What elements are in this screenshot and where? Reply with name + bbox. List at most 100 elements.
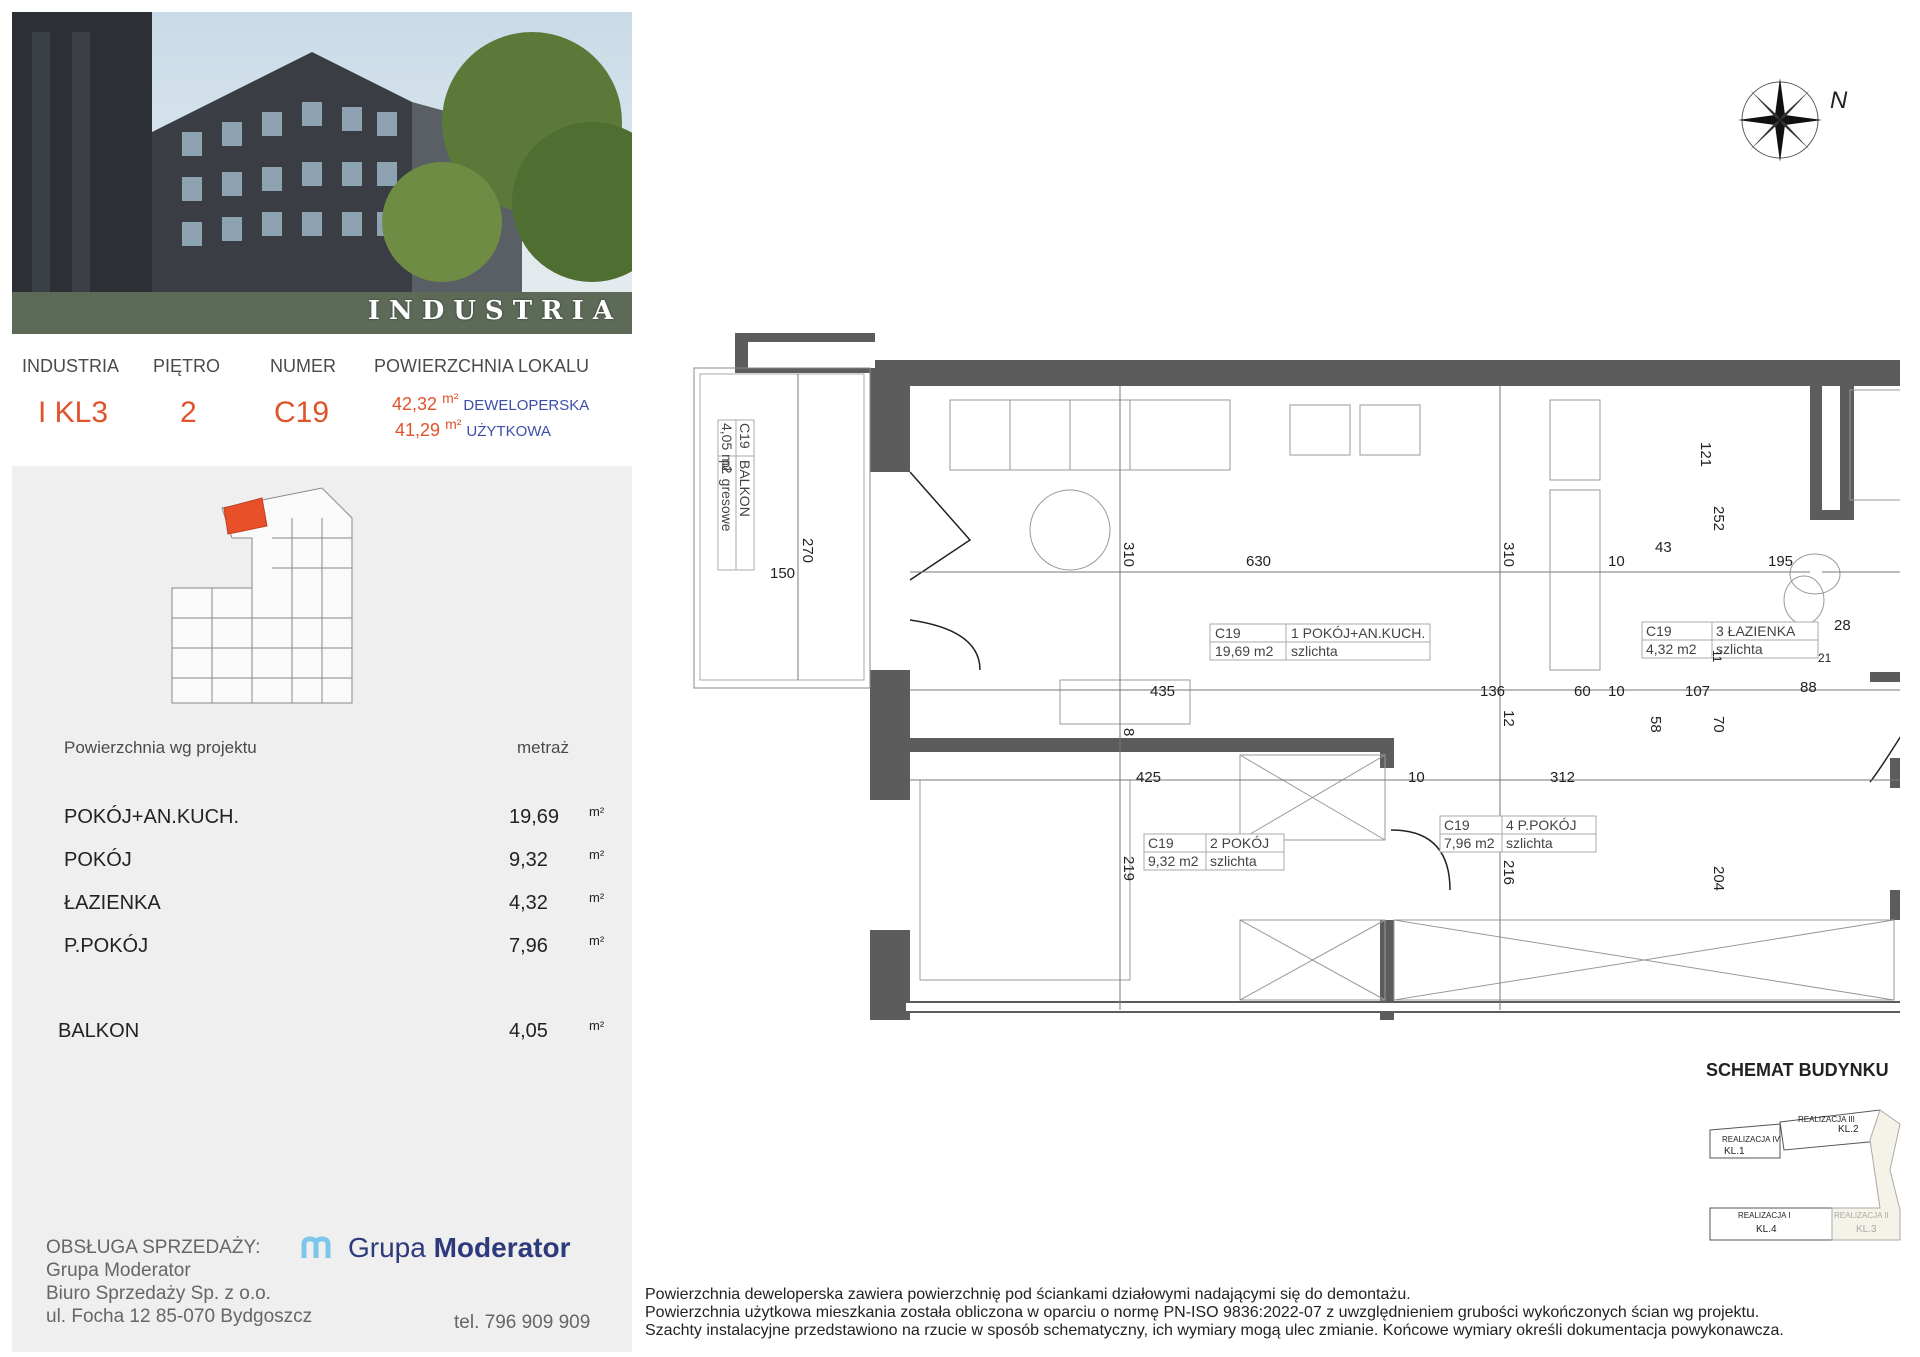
svg-text:7,96 m2: 7,96 m2 [1444, 835, 1495, 851]
svg-text:1 POKÓJ+AN.KUCH.: 1 POKÓJ+AN.KUCH. [1291, 625, 1425, 641]
header-number: NUMER [270, 356, 336, 376]
svg-text:C19: C19 [1444, 817, 1470, 833]
number-value: C19 [274, 396, 330, 429]
svg-text:19,69 m2: 19,69 m2 [1215, 643, 1274, 659]
svg-text:KL.1: KL.1 [1724, 1146, 1745, 1157]
room-label: C19 3 ŁAZIENKA 4,32 m2 szlichta [1641, 621, 1819, 659]
sales-address: ul. Focha 12 85-070 Bydgoszcz [46, 1306, 313, 1327]
header-floor: PIĘTRO [153, 356, 221, 376]
svg-text:216: 216 [1500, 860, 1517, 885]
svg-text:70: 70 [1710, 716, 1727, 733]
svg-text:252: 252 [1710, 506, 1727, 531]
svg-text:60: 60 [1574, 683, 1591, 700]
svg-text:11: 11 [1710, 650, 1724, 663]
project-value: I KL3 [38, 396, 109, 429]
area-usable: 41,29 m² UŻYTKOWA [395, 416, 551, 440]
building-schema-diagram: REALIZACJA III KL.2 REALIZACJA IV KL.1 R… [1700, 1100, 1910, 1255]
area-table-panel: Powierzchnia wg projektu metraż POKÓJ+AN… [12, 466, 632, 1352]
svg-text:10: 10 [1608, 553, 1625, 570]
svg-text:107: 107 [1685, 683, 1710, 700]
svg-text:C19: C19 [737, 423, 753, 449]
sales-company: Grupa Moderator [46, 1260, 191, 1281]
svg-text:150: 150 [770, 565, 795, 582]
svg-text:425: 425 [1136, 769, 1161, 786]
svg-text:12: 12 [1500, 710, 1517, 727]
room-label: C19 2 POKÓJ 9,32 m2 szlichta [1143, 833, 1285, 871]
svg-text:10: 10 [1608, 683, 1625, 700]
svg-text:C19: C19 [1148, 835, 1174, 851]
svg-text:szlichta: szlichta [1210, 853, 1257, 869]
table-row: ŁAZIENKA 4,32 m² [64, 890, 605, 914]
svg-text:4,32 m2: 4,32 m2 [1646, 641, 1697, 657]
table-row: P.POKÓJ 7,96 m² [64, 933, 605, 957]
note-line: Powierzchnia użytkowa mieszkania została… [645, 1304, 1760, 1321]
svg-text:219: 219 [1120, 856, 1137, 881]
svg-text:270: 270 [799, 538, 816, 563]
svg-text:136: 136 [1480, 683, 1505, 700]
svg-text:REALIZACJA I: REALIZACJA I [1738, 1211, 1790, 1220]
svg-text:C19: C19 [1646, 623, 1672, 639]
svg-text:REALIZACJA II: REALIZACJA II [1834, 1211, 1889, 1220]
left-panel: INDUSTRIA INDUSTRIA PIĘTRO NUMER POWIERZ… [12, 12, 632, 1352]
svg-text:C19: C19 [1215, 625, 1241, 641]
room-label: C19 4 P.POKÓJ 7,96 m2 szlichta [1439, 815, 1597, 853]
svg-text:REALIZACJA III: REALIZACJA III [1798, 1115, 1855, 1124]
table-header-left: Powierzchnia wg projektu [64, 738, 257, 757]
svg-text:195: 195 [1768, 553, 1793, 570]
area-developer: 42,32 m² DEWELOPERSKA [392, 390, 590, 414]
svg-text:43: 43 [1655, 539, 1672, 556]
moderator-logo-text: Grupa Moderator [348, 1232, 571, 1263]
page: { "hero": {"brand": "INDUSTRIA"}, "info"… [0, 0, 1920, 1357]
header-project: INDUSTRIA [22, 356, 120, 376]
svg-text:21: 21 [1818, 651, 1832, 665]
dimension-labels: 270 150 310 630 310 10 43 195 121 252 28… [770, 442, 1851, 891]
moderator-logo: Grupa Moderator [300, 1232, 571, 1264]
apartment-info: INDUSTRIA PIĘTRO NUMER POWIERZCHNIA LOKA… [12, 334, 632, 466]
svg-text:204: 204 [1710, 866, 1727, 891]
svg-text:312: 312 [1550, 769, 1575, 786]
svg-text:BALKON: BALKON [737, 460, 753, 517]
svg-text:KL.2: KL.2 [1838, 1124, 1859, 1135]
building-schema-title: SCHEMAT BUDYNKU [1706, 1060, 1889, 1080]
moderator-logo-icon [301, 1236, 331, 1258]
svg-text:630: 630 [1246, 553, 1271, 570]
table-header-right: metraż [517, 738, 569, 757]
hero-brand-text: INDUSTRIA [367, 296, 622, 326]
svg-text:szlichta: szlichta [1291, 643, 1338, 659]
header-area: POWIERZCHNIA LOKALU [374, 356, 590, 376]
svg-text:28: 28 [1834, 617, 1851, 634]
svg-text:pł. gresowe: pł. gresowe [719, 460, 735, 532]
floor-value: 2 [180, 396, 197, 429]
svg-text:2 POKÓJ: 2 POKÓJ [1210, 835, 1269, 851]
sales-title: OBSŁUGA SPRZEDAŻY: [46, 1237, 261, 1258]
svg-text:435: 435 [1150, 683, 1175, 700]
svg-text:310: 310 [1120, 542, 1137, 567]
svg-text:10: 10 [1408, 769, 1425, 786]
svg-text:9,32 m2: 9,32 m2 [1148, 853, 1199, 869]
disclaimer-notes: Powierzchnia deweloperska zawiera powier… [645, 1286, 1784, 1340]
table-row: POKÓJ 9,32 m² [64, 847, 605, 871]
sales-office: Biuro Sprzedaży Sp. z o.o. [46, 1283, 271, 1304]
svg-text:8: 8 [1120, 728, 1137, 736]
room-label: C19 1 POKÓJ+AN.KUCH. 19,69 m2 szlichta [1209, 623, 1431, 661]
svg-text:58: 58 [1647, 716, 1664, 733]
sales-contact: OBSŁUGA SPRZEDAŻY: Grupa Moderator Biuro… [46, 1236, 312, 1328]
svg-text:88: 88 [1800, 679, 1817, 696]
svg-text:REALIZACJA IV: REALIZACJA IV [1722, 1135, 1780, 1144]
building-plan-thumbnail [162, 478, 402, 708]
table-row: BALKON 4,05 m² [58, 1018, 605, 1042]
note-line: Powierzchnia deweloperska zawiera powier… [645, 1286, 1411, 1303]
svg-text:KL.3: KL.3 [1856, 1224, 1877, 1235]
compass-rose: N [1730, 70, 1850, 175]
sales-phone: tel. 796 909 909 [454, 1312, 591, 1333]
floor-plan: C19 1 POKÓJ+AN.KUCH. 19,69 m2 szlichta C… [680, 330, 1920, 1035]
svg-text:4 P.POKÓJ: 4 P.POKÓJ [1506, 817, 1577, 833]
room-label-balcony: C19 BALKON 4,05 m2 pł. gresowe [717, 419, 755, 571]
svg-text:3 ŁAZIENKA: 3 ŁAZIENKA [1716, 623, 1796, 639]
table-row: POKÓJ+AN.KUCH. 19,69 m² [64, 804, 605, 828]
building-render-image: INDUSTRIA [12, 12, 632, 334]
svg-text:121: 121 [1697, 442, 1714, 467]
note-line: Szachty instalacyjne przedstawiono na rz… [645, 1322, 1784, 1339]
svg-text:310: 310 [1500, 542, 1517, 567]
svg-text:szlichta: szlichta [1506, 835, 1553, 851]
